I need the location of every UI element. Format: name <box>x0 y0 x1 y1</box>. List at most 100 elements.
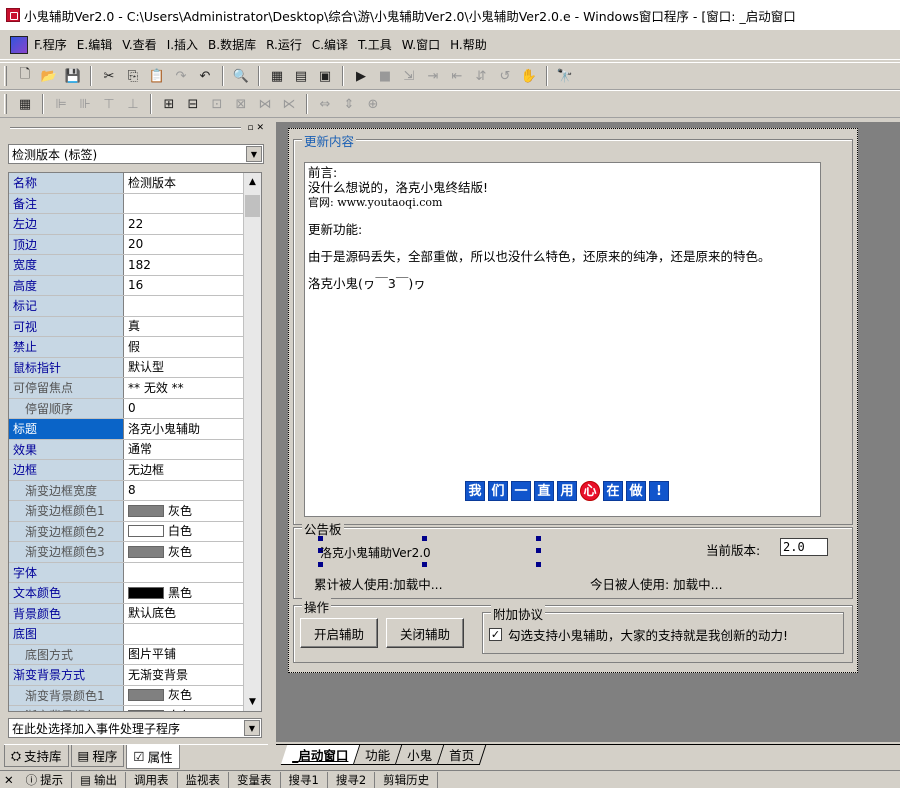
property-value[interactable]: 默认型 <box>124 358 261 378</box>
binoculars-icon[interactable]: 🔭 <box>555 66 575 86</box>
step-e-icon[interactable]: ↺ <box>495 66 515 86</box>
close-icon[interactable]: ✕ <box>0 773 18 787</box>
property-row[interactable]: 可视真 <box>9 316 261 337</box>
property-row[interactable]: 渐变边框颜色3 灰色 <box>9 542 261 563</box>
menu-app-icon[interactable] <box>10 35 28 54</box>
property-row[interactable]: 高度 16 <box>9 275 261 296</box>
paste-icon[interactable]: 📋 <box>147 66 167 86</box>
property-value[interactable]: 22 <box>124 214 261 234</box>
property-row[interactable]: 字体 <box>9 562 261 583</box>
menu-run[interactable]: R.运行 <box>266 36 302 53</box>
selection-handle[interactable] <box>422 536 427 541</box>
property-row[interactable]: 鼠标指针 默认型 <box>9 357 261 378</box>
step-a-icon[interactable]: ⇲ <box>399 66 419 86</box>
menu-help[interactable]: H.帮助 <box>450 36 487 53</box>
tab-hint[interactable]: ⓘ 提示 <box>18 771 73 788</box>
property-row[interactable]: 渐变背景方式 无渐变背景 <box>9 665 261 686</box>
step-d-icon[interactable]: ⇵ <box>471 66 491 86</box>
tab-home[interactable]: 首页 <box>438 745 487 765</box>
property-value[interactable]: 182 <box>124 255 261 275</box>
property-value[interactable]: 灰色 <box>124 501 261 521</box>
chevron-down-icon[interactable]: ▼ <box>244 720 260 736</box>
chevron-down-icon[interactable]: ▼ <box>246 146 262 162</box>
property-value[interactable]: 无渐变背景 <box>124 665 261 685</box>
property-value[interactable]: 默认底色 <box>124 604 261 624</box>
property-value[interactable]: 白色 <box>124 706 261 711</box>
current-version-field[interactable]: 2.0 <box>780 538 828 556</box>
selection-handle[interactable] <box>536 536 541 541</box>
cut-icon[interactable]: ✂ <box>99 66 119 86</box>
align-right-icon[interactable]: ⊪ <box>75 94 95 114</box>
property-row[interactable]: 效果 通常 <box>9 439 261 460</box>
property-row[interactable]: 可停留焦点 ** 无效 ** <box>9 378 261 399</box>
redo-icon[interactable]: ↷ <box>171 66 191 86</box>
menu-insert[interactable]: I.插入 <box>167 36 198 53</box>
space-h-icon[interactable]: ⋈ <box>255 94 275 114</box>
hand-icon[interactable]: ✋ <box>519 66 539 86</box>
panel-restore-icon[interactable]: ▫ <box>247 123 253 133</box>
property-row[interactable]: 渐变边框宽度 8 <box>9 480 261 501</box>
property-row[interactable]: 禁止假 <box>9 337 261 358</box>
menu-window[interactable]: W.窗口 <box>402 36 440 53</box>
property-value[interactable]: 灰色 <box>124 542 261 562</box>
start-assist-button[interactable]: 开启辅助 <box>300 618 378 648</box>
size-both-icon[interactable]: ⊕ <box>363 94 383 114</box>
toolbar-grip[interactable] <box>4 66 7 86</box>
property-row[interactable]: 宽度 182 <box>9 255 261 276</box>
property-value[interactable] <box>124 194 261 214</box>
tab-properties[interactable]: ☑ 属性 <box>126 745 180 769</box>
tab-clip-history[interactable]: 剪辑历史 <box>375 771 439 788</box>
property-row[interactable]: 左边 22 <box>9 214 261 235</box>
property-row[interactable]: 渐变背景颜色2 白色 <box>9 706 261 711</box>
tab-call-table[interactable]: 调用表 <box>126 771 178 788</box>
event-select[interactable]: 在此处选择加入事件处理子程序 ▼ <box>8 718 262 738</box>
property-row[interactable]: 底图 <box>9 624 261 645</box>
find-icon[interactable]: 🔍 <box>231 66 251 86</box>
stop-icon[interactable]: ■ <box>375 66 395 86</box>
align-bottom-icon[interactable]: ⊥ <box>123 94 143 114</box>
new-file-icon[interactable]: 🗋 <box>15 66 35 86</box>
selection-handle[interactable] <box>536 562 541 567</box>
selection-handle[interactable] <box>318 536 323 541</box>
property-value[interactable]: 图片平铺 <box>124 645 261 665</box>
property-value[interactable]: 8 <box>124 481 261 501</box>
selection-handle[interactable] <box>536 548 541 553</box>
menu-compile[interactable]: C.编译 <box>312 36 348 53</box>
menu-edit[interactable]: E.编辑 <box>77 36 112 53</box>
tab-output[interactable]: ▤ 输出 <box>72 771 127 788</box>
space-v-icon[interactable]: ⋉ <box>279 94 299 114</box>
property-row[interactable]: 边框 无边框 <box>9 460 261 481</box>
property-value[interactable]: 检测版本 <box>124 173 261 193</box>
property-value[interactable]: ** 无效 ** <box>124 378 261 398</box>
scroll-thumb[interactable] <box>245 195 260 217</box>
undo-icon[interactable]: ↶ <box>195 66 215 86</box>
property-row[interactable]: 标记 <box>9 296 261 317</box>
property-row[interactable]: 底图方式 图片平铺 <box>9 644 261 665</box>
property-scrollbar[interactable]: ▲ ▼ <box>243 173 261 711</box>
menu-view[interactable]: V.查看 <box>122 36 156 53</box>
size-h-icon[interactable]: ⇔ <box>315 94 335 114</box>
tab-watch-table[interactable]: 监视表 <box>178 771 230 788</box>
toolbar-grip[interactable] <box>4 94 7 114</box>
property-value[interactable]: 灰色 <box>124 686 261 706</box>
run-icon[interactable]: ▶ <box>351 66 371 86</box>
property-row[interactable]: 渐变边框颜色2 白色 <box>9 521 261 542</box>
same-width-icon[interactable]: ⊡ <box>207 94 227 114</box>
property-value[interactable] <box>124 296 261 316</box>
center-v-icon[interactable]: ⊟ <box>183 94 203 114</box>
update-notes-textbox[interactable]: 前言: 没什么想说的，洛克小鬼终结版! 官网: www.youtaoqi.com… <box>304 162 821 517</box>
property-value[interactable]: 无边框 <box>124 460 261 480</box>
property-value[interactable]: 20 <box>124 235 261 255</box>
step-b-icon[interactable]: ⇥ <box>423 66 443 86</box>
property-value[interactable]: 黑色 <box>124 583 261 603</box>
agreement-checkbox-row[interactable]: ✓ 勾选支持小鬼辅助，大家的支持就是我创新的动力! <box>489 625 788 644</box>
property-row[interactable]: 备注 <box>9 193 261 214</box>
property-row[interactable]: 文本颜色 黑色 <box>9 583 261 604</box>
property-value[interactable]: 0 <box>124 399 261 419</box>
scroll-down-icon[interactable]: ▼ <box>244 693 261 711</box>
center-h-icon[interactable]: ⊞ <box>159 94 179 114</box>
form-canvas[interactable]: 更新内容 前言: 没什么想说的，洛克小鬼终结版! 官网: www.youtaoq… <box>288 128 858 673</box>
size-v-icon[interactable]: ⇕ <box>339 94 359 114</box>
property-row[interactable]: 背景颜色 默认底色 <box>9 603 261 624</box>
property-row[interactable]: 顶边 20 <box>9 234 261 255</box>
